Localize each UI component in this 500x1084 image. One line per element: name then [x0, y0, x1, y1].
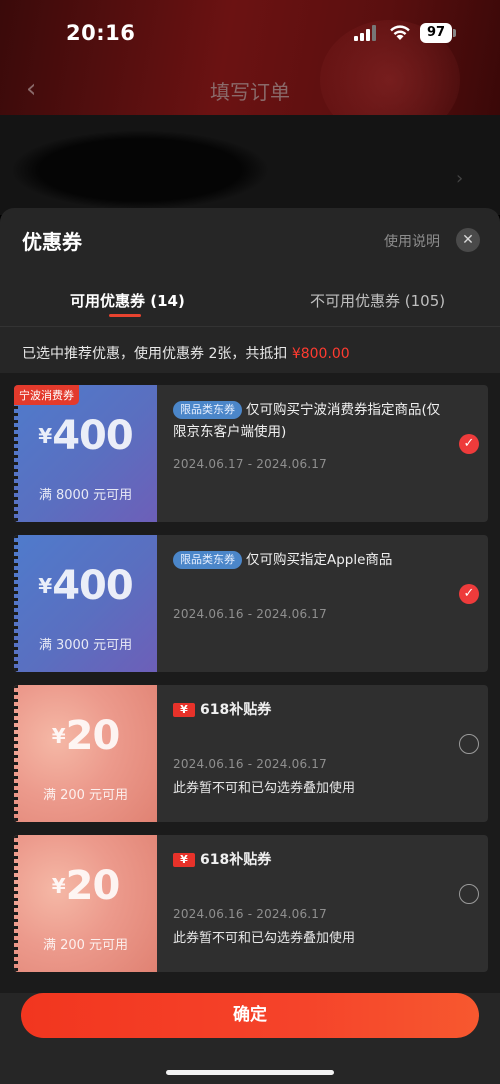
status-time: 20:16 [66, 21, 136, 45]
usage-instructions-link[interactable]: 使用说明 [384, 231, 440, 251]
summary-amount: ¥800.00 [291, 346, 350, 362]
coupon-threshold: 满 200 元可用 [42, 788, 129, 803]
currency-symbol: ¥ [38, 574, 53, 598]
coupon-threshold: 满 200 元可用 [42, 938, 129, 953]
currency-symbol: ¥ [38, 424, 53, 448]
coupon-amount: 400 [52, 563, 133, 609]
coupon-card[interactable]: ¥400 满 3000 元可用 限品类东券 仅可购买指定Apple商品 2024.… [14, 535, 488, 672]
coupon-amount: 400 [52, 413, 133, 459]
nav-bar: ‹ 填写订单 [0, 66, 500, 112]
coupon-threshold: 满 3000 元可用 [38, 638, 133, 653]
coupon-corner-tag: 宁波消费券 [14, 385, 79, 405]
coupon-card[interactable]: ¥20 满 200 元可用 ¥618补贴券 2024.06.16 - 2024.… [14, 835, 488, 972]
subsidy-yen-icon: ¥ [173, 853, 195, 867]
battery-level: 97 [420, 23, 452, 43]
coupon-card[interactable]: ¥20 满 200 元可用 ¥618补贴券 2024.06.16 - 2024.… [14, 685, 488, 822]
coupon-list[interactable]: ¥400 满 8000 元可用 宁波消费券 限品类东券 仅可购买宁波消费券指定商品… [0, 373, 500, 993]
coupon-amount: 20 [65, 713, 121, 759]
coupon-amount: 20 [65, 863, 121, 909]
sheet-title: 优惠券 [22, 230, 82, 254]
coupon-title: 仅可购买指定Apple商品 [246, 552, 393, 568]
checkbox-unselected-icon[interactable] [459, 734, 479, 754]
checkmark-selected-icon[interactable]: ✓ [459, 584, 479, 604]
coupon-threshold: 满 8000 元可用 [38, 488, 133, 503]
coupon-title: 618补贴券 [200, 852, 272, 868]
page-title: 填写订单 [210, 80, 290, 104]
coupon-type-chip: 限品类东券 [173, 551, 242, 569]
active-tab-indicator [109, 314, 141, 317]
coupon-details: 限品类东券 仅可购买宁波消费券指定商品(仅限京东客户端使用) 2024.06.17… [157, 385, 488, 522]
coupon-validity: 2024.06.16 - 2024.06.17 [173, 757, 327, 771]
wifi-icon [390, 25, 410, 40]
chevron-right-icon: › [456, 168, 464, 189]
cellular-signal-icon [354, 25, 378, 41]
home-indicator [166, 1070, 334, 1075]
coupon-sheet: 优惠券 使用说明 ✕ 可用优惠券 (14) 不可用优惠券 (105) 已选中推荐… [0, 208, 500, 1084]
subsidy-yen-icon: ¥ [173, 703, 195, 717]
tab-unavailable-coupons[interactable]: 不可用优惠券 (105) [310, 290, 445, 311]
coupon-note: 此券暂不可和已勾选券叠加使用 [173, 931, 356, 946]
coupon-type-chip: 限品类东券 [173, 401, 242, 419]
close-icon[interactable]: ✕ [456, 228, 480, 252]
coupon-validity: 2024.06.16 - 2024.06.17 [173, 607, 327, 621]
coupon-details: ¥618补贴券 2024.06.16 - 2024.06.17 此券暂不可和已勾… [157, 835, 488, 972]
coupon-card[interactable]: ¥400 满 8000 元可用 宁波消费券 限品类东券 仅可购买宁波消费券指定商品… [14, 385, 488, 522]
currency-symbol: ¥ [51, 724, 66, 748]
selection-summary: 已选中推荐优惠，使用优惠券 2张，共抵扣 ¥800.00 [22, 343, 350, 363]
coupon-value-panel: ¥20 满 200 元可用 [14, 835, 157, 972]
checkbox-unselected-icon[interactable] [459, 884, 479, 904]
summary-text: 已选中推荐优惠，使用优惠券 2张，共抵扣 [22, 346, 292, 362]
coupon-details: 限品类东券 仅可购买指定Apple商品 2024.06.16 - 2024.06.… [157, 535, 488, 672]
battery-icon: 97 [420, 23, 456, 43]
confirm-button[interactable]: 确定 [21, 993, 479, 1038]
divider [0, 326, 500, 327]
coupon-validity: 2024.06.16 - 2024.06.17 [173, 907, 327, 921]
coupon-value-panel: ¥400 满 8000 元可用 宁波消费券 [14, 385, 157, 522]
checkmark-selected-icon[interactable]: ✓ [459, 434, 479, 454]
coupon-value-panel: ¥20 满 200 元可用 [14, 685, 157, 822]
coupon-details: ¥618补贴券 2024.06.16 - 2024.06.17 此券暂不可和已勾… [157, 685, 488, 822]
currency-symbol: ¥ [51, 874, 66, 898]
status-bar: 20:16 97 [0, 0, 500, 66]
coupon-value-panel: ¥400 满 3000 元可用 [14, 535, 157, 672]
coupon-title: 618补贴券 [200, 702, 272, 718]
coupon-note: 此券暂不可和已勾选券叠加使用 [173, 781, 356, 796]
coupon-validity: 2024.06.17 - 2024.06.17 [173, 457, 327, 471]
tab-available-coupons[interactable]: 可用优惠券 (14) [70, 290, 185, 311]
redaction-scribble [10, 130, 270, 210]
